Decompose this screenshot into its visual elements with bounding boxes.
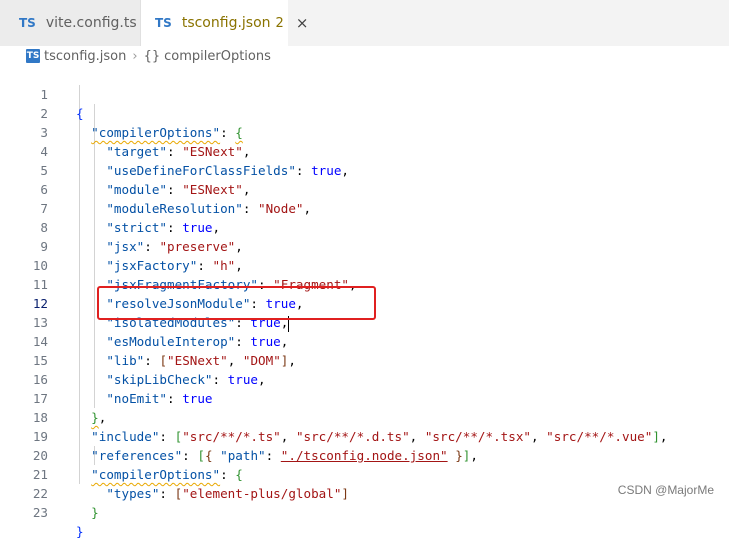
object-symbol-icon: {} bbox=[143, 48, 161, 64]
tab-vite-config[interactable]: TS vite.config.ts bbox=[0, 0, 141, 46]
code-line: 6 "moduleResolution": "Node", bbox=[0, 161, 729, 216]
code-line: 15 "skipLibCheck": true, bbox=[0, 332, 729, 387]
typescript-file-icon: TS bbox=[19, 16, 36, 30]
code-line: 9 "jsxFactory": "h", bbox=[0, 218, 729, 273]
code-line: 3 "target": "ESNext", bbox=[0, 104, 729, 159]
code-line: 19 "references": [{ "path": "./tsconfig.… bbox=[0, 408, 729, 463]
code-line: 5 "module": "ESNext", bbox=[0, 142, 729, 197]
close-icon[interactable]: × bbox=[296, 14, 309, 32]
tsconfig-file-icon: TS bbox=[26, 49, 40, 63]
code-line: 10 "jsxFragmentFactory": "Fragment", bbox=[0, 237, 729, 292]
code-line: 17 }, bbox=[0, 370, 729, 425]
code-line: 11 "resolveJsonModule": true, bbox=[0, 256, 729, 311]
breadcrumb-separator: › bbox=[132, 48, 138, 64]
tab-tsconfig[interactable]: TS tsconfig.json 2 × bbox=[141, 0, 308, 46]
watermark: CSDN @MajorMe bbox=[617, 483, 714, 497]
breadcrumb-symbol[interactable]: compilerOptions bbox=[164, 49, 271, 64]
code-line: 1 { bbox=[0, 66, 729, 121]
tab-label: vite.config.ts bbox=[45, 15, 137, 31]
code-line: 7 "strict": true, bbox=[0, 180, 729, 235]
code-token: } bbox=[91, 505, 99, 520]
typescript-file-icon: TS bbox=[155, 16, 172, 30]
code-line: 16 "noEmit": true bbox=[0, 351, 729, 406]
annotation-highlight-box bbox=[97, 286, 376, 320]
code-line: 22 } bbox=[0, 465, 729, 520]
code-token: } bbox=[76, 524, 84, 539]
breadcrumb: TS tsconfig.json › {} compilerOptions bbox=[0, 46, 729, 66]
code-line: 21 "types": ["element-plus/global"] bbox=[0, 446, 729, 501]
code-line: 4 "useDefineForClassFields": true, bbox=[0, 123, 729, 178]
tab-bar: TS vite.config.ts TS tsconfig.json 2 × bbox=[0, 0, 729, 46]
problems-count-badge: 2 bbox=[275, 15, 284, 31]
breadcrumb-file[interactable]: tsconfig.json bbox=[44, 49, 126, 64]
code-editor[interactable]: 1 { 2 "compilerOptions": { 3 "target": "… bbox=[0, 66, 729, 539]
tab-label: tsconfig.json bbox=[181, 15, 271, 31]
code-line: 2 "compilerOptions": { bbox=[0, 85, 729, 140]
code-line: 20 "compilerOptions": { bbox=[0, 427, 729, 482]
code-line: 8 "jsx": "preserve", bbox=[0, 199, 729, 254]
code-line: 18 "include": ["src/**/*.ts", "src/**/*.… bbox=[0, 389, 729, 444]
